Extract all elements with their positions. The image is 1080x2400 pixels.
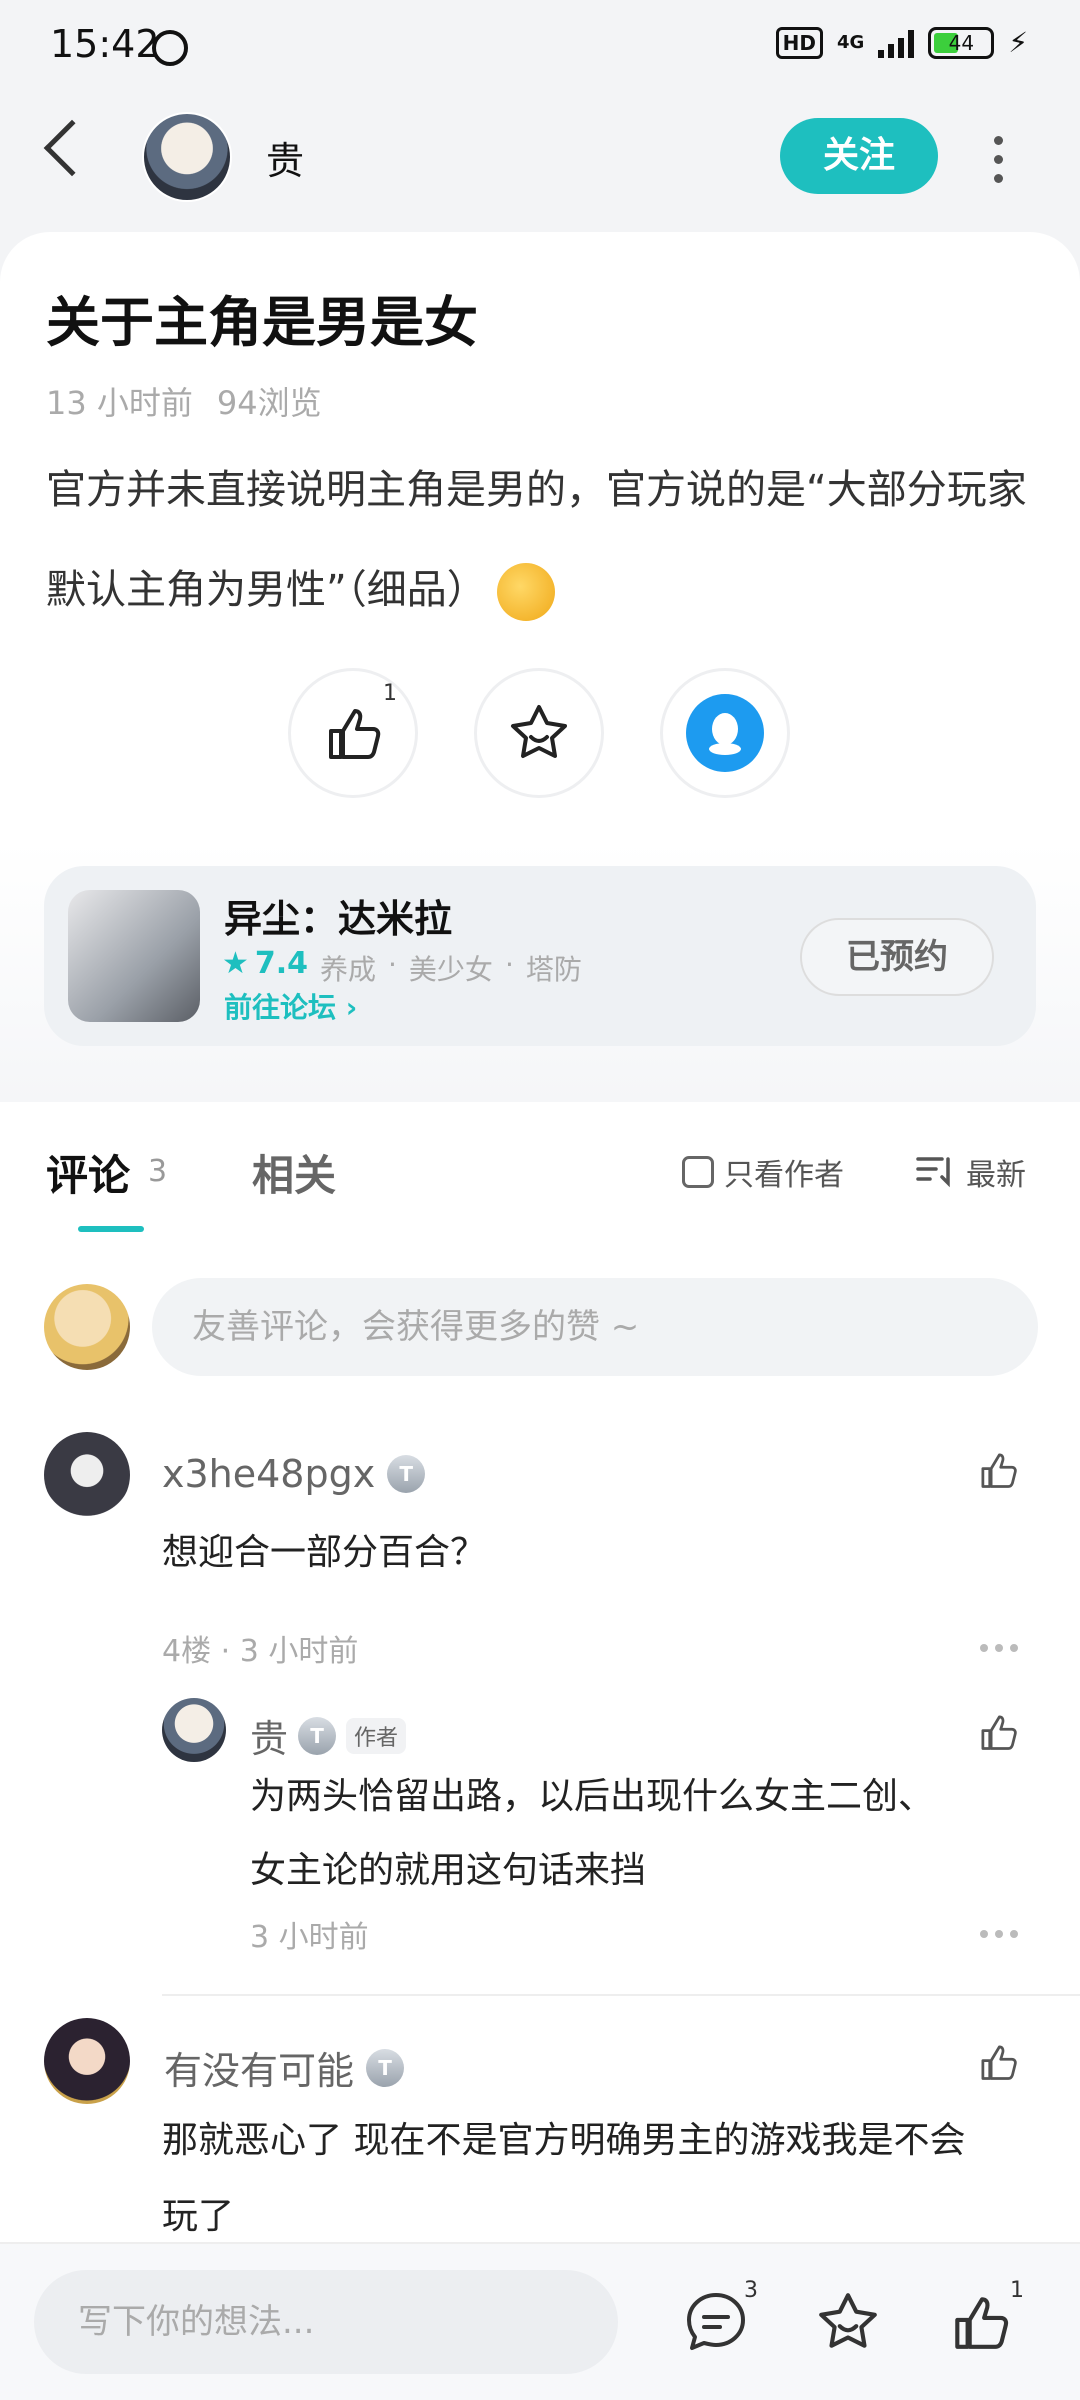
hd-icon: HD [775,26,824,59]
share-qq-button[interactable] [660,668,790,798]
bottom-like-button[interactable] [940,2282,1020,2362]
commenter-name[interactable]: x3he48pgx [162,1452,375,1496]
tab-comments-count: 3 [148,1154,168,1189]
comment-header: 有没有可能 T [164,2040,405,2095]
game-rating: ★ 7.4 [222,946,309,981]
like-button[interactable]: 1 [288,668,418,798]
reply-more-icon[interactable] [980,1930,1018,1938]
level-badge-icon: T [366,2048,405,2087]
alarm-icon [152,30,188,66]
checkbox-icon[interactable] [682,1156,714,1188]
commenter-name[interactable]: 有没有可能 [164,2040,354,2095]
reply-like-button[interactable] [976,1710,1020,1758]
tab-indicator [78,1226,144,1232]
star-icon [511,705,567,758]
comment-meta: 4楼 · 3 小时前 [162,1634,359,1669]
bottom-favorite-button[interactable] [808,2282,888,2362]
follow-button[interactable]: 关注 [780,118,938,194]
more-options-icon[interactable] [990,136,1006,183]
author-name[interactable]: 贵 [266,130,304,185]
star-icon [819,2293,877,2348]
thumbs-up-icon [329,709,381,759]
status-time: 15:42 [50,22,160,66]
post-meta: 13 小时前 94浏览 [46,378,322,424]
commenter-avatar[interactable] [44,1432,130,1518]
thinking-emoji-icon [496,563,555,621]
reply-text-line1: 为两头恰留出路，以后出现什么女主二创、 [250,1776,935,1817]
reply-meta: 3 小时前 [250,1920,369,1955]
comment-like-button[interactable] [976,1448,1020,1496]
sort-newest-button[interactable]: 最新 [916,1150,1026,1194]
comment-input[interactable]: 友善评论，会获得更多的赞 ~ [152,1278,1038,1376]
thumbs-up-icon [955,2297,1009,2349]
qq-icon [686,694,764,772]
level-badge-icon: T [387,1455,426,1493]
post-like-count: 1 [383,681,397,706]
game-tags: 养成 · 美少女 · 塔防 [320,948,582,986]
network-type: 4G [837,32,865,53]
thumbs-up-icon [981,1453,1017,1488]
comment-header: x3he48pgx T [162,1452,426,1496]
game-name[interactable]: 异尘：达米拉 [224,888,452,943]
comment-text-line1: 那就恶心了 现在不是官方明确男主的游戏我是不会 [162,2120,966,2161]
divider [162,1994,1080,1996]
level-badge-icon: T [298,1716,337,1755]
sort-icon [916,1157,950,1188]
game-icon[interactable] [68,890,200,1022]
author-avatar[interactable] [142,112,232,202]
post-title: 关于主角是男是女 [46,291,478,354]
reply-name[interactable]: 贵 [250,1708,288,1763]
forum-link[interactable]: 前往论坛 › [224,986,357,1026]
chevron-right-icon: › [345,991,358,1024]
comment-text: 想迎合一部分百合？ [162,1532,487,1573]
thumbs-up-icon [981,1715,1017,1750]
signal-icon [878,28,915,58]
like-count: 1 [1010,2278,1024,2303]
reserved-button[interactable]: 已预约 [800,918,994,996]
status-indicators: HD 4G 44 ⚡ [775,26,1028,59]
favorite-button[interactable] [474,668,604,798]
thumbs-up-icon [981,2045,1017,2080]
battery-icon: 44 [928,26,995,59]
tab-comments[interactable]: 评论 [46,1142,130,1203]
comment-bubble-icon [687,2293,745,2350]
comment-like-button[interactable] [976,2040,1020,2088]
comment-more-icon[interactable] [980,1644,1018,1652]
tab-related[interactable]: 相关 [252,1142,336,1203]
rating-star-icon: ★ [222,946,249,981]
charging-icon: ⚡ [1008,26,1028,59]
back-button[interactable] [43,119,101,177]
commenter-avatar[interactable] [44,2018,130,2104]
post-body: 官方并未直接说明主角是男的，官方说的是“大部分玩家默认主角为男性”（细品） [46,440,1046,640]
bottom-comment-input[interactable]: 写下你的想法... [34,2270,618,2374]
reply-avatar[interactable] [162,1698,226,1762]
comments-section [0,1102,1080,2242]
reply-text-line2: 女主论的就用这句话来挡 [250,1850,647,1891]
author-tag: 作者 [346,1717,407,1754]
post-time: 13 小时前 [46,384,193,422]
my-avatar [44,1284,130,1370]
post-views: 94浏览 [216,384,322,422]
author-only-toggle[interactable]: 只看作者 [682,1150,844,1194]
reply-header: 贵 T 作者 [250,1708,407,1763]
comments-count: 3 [744,2278,758,2303]
